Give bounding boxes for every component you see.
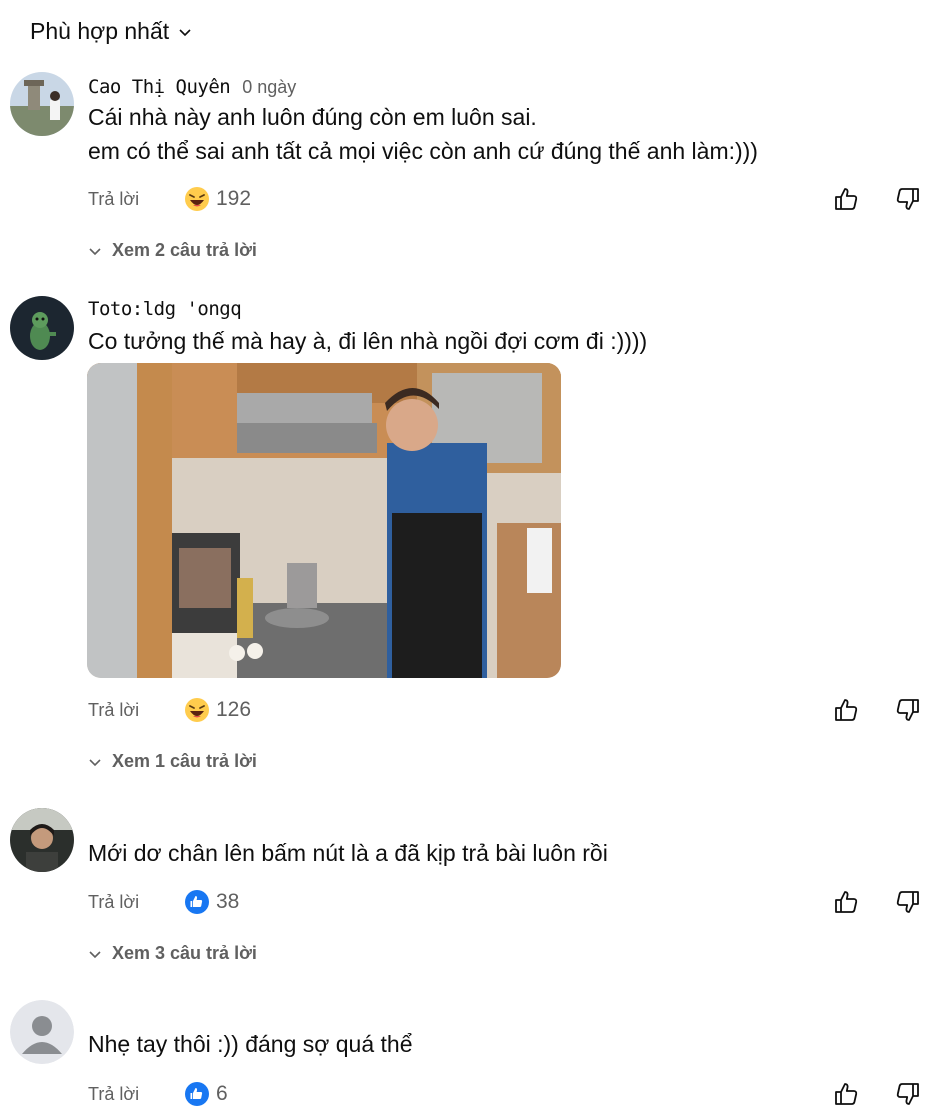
comment-actions: Trả lời 126 — [88, 690, 922, 730]
reaction-count: 6 — [216, 1082, 228, 1105]
vote-buttons — [832, 696, 922, 724]
comment-text: Nhẹ tay thôi :)) đáng sợ quá thể — [88, 1027, 413, 1061]
reaction-count: 192 — [216, 187, 252, 210]
reaction-summary[interactable]: 6 — [184, 1081, 228, 1107]
comment-text-line: Nhẹ tay thôi :)) đáng sợ quá thể — [88, 1031, 413, 1057]
view-replies-label: Xem 3 câu trả lời — [112, 943, 257, 963]
laughing-emoji-icon — [185, 187, 209, 211]
reaction-count: 126 — [216, 698, 252, 721]
reaction-summary[interactable]: 126 — [184, 697, 251, 723]
reaction-summary[interactable]: 38 — [184, 889, 239, 915]
blue-like-icon — [185, 1082, 209, 1106]
chevron-down-icon — [89, 758, 101, 766]
chevron-down-icon — [89, 247, 101, 255]
view-replies-button[interactable]: Xem 3 câu trả lời — [88, 943, 257, 964]
comment-time: 0 ngày — [242, 77, 297, 97]
thumbs-up-icon[interactable] — [832, 696, 860, 724]
comment-author[interactable]: Cao Thị Quyên — [88, 76, 231, 98]
avatar[interactable] — [10, 808, 74, 872]
sort-label: Phù hợp nhất — [30, 18, 170, 44]
reaction-count: 38 — [216, 890, 240, 913]
reply-button[interactable]: Trả lời — [88, 1084, 184, 1105]
thumbs-down-icon[interactable] — [894, 185, 922, 213]
reaction-summary[interactable]: 192 — [184, 186, 251, 212]
thumbs-down-icon[interactable] — [894, 1080, 922, 1108]
comment-text-line: Cái nhà này anh luôn đúng còn em luôn sa… — [88, 104, 537, 130]
reply-button[interactable]: Trả lời — [88, 700, 184, 721]
reply-button[interactable]: Trả lời — [88, 189, 184, 210]
comment-actions: Trả lời 38 — [88, 882, 922, 922]
vote-buttons — [832, 1080, 922, 1108]
reply-button[interactable]: Trả lời — [88, 892, 184, 913]
thumbs-up-icon[interactable] — [832, 888, 860, 916]
view-replies-label: Xem 2 câu trả lời — [112, 240, 257, 260]
comment-text-line: Co tưởng thế mà hay à, đi lên nhà ngồi đ… — [88, 328, 648, 354]
comment-author[interactable]: Toto:ldg 'ongq — [88, 298, 242, 320]
thumbs-up-icon[interactable] — [832, 1080, 860, 1108]
thumbs-up-icon[interactable] — [832, 185, 860, 213]
avatar[interactable] — [10, 72, 74, 136]
comment-text: Cái nhà này anh luôn đúng còn em luôn sa… — [88, 100, 758, 168]
vote-buttons — [832, 888, 922, 916]
thumbs-down-icon[interactable] — [894, 888, 922, 916]
sort-dropdown[interactable]: Phù hợp nhất — [30, 18, 193, 45]
comment-text: Mới dơ chân lên bấm nút là a đã kịp trả … — [88, 836, 608, 870]
thumbs-down-icon[interactable] — [894, 696, 922, 724]
comment-actions: Trả lời 192 — [88, 179, 922, 219]
view-replies-label: Xem 1 câu trả lời — [112, 751, 257, 771]
comment-text: Co tưởng thế mà hay à, đi lên nhà ngồi đ… — [88, 324, 647, 358]
comment-text-line: Mới dơ chân lên bấm nút là a đã kịp trả … — [88, 840, 608, 866]
avatar[interactable] — [10, 296, 74, 360]
chevron-down-icon — [179, 28, 191, 36]
blue-like-icon — [185, 890, 209, 914]
comment-actions: Trả lời 6 — [88, 1074, 922, 1114]
laughing-emoji-icon — [185, 698, 209, 722]
view-replies-button[interactable]: Xem 1 câu trả lời — [88, 751, 257, 772]
chevron-down-icon — [89, 950, 101, 958]
vote-buttons — [832, 185, 922, 213]
avatar[interactable] — [10, 1000, 74, 1064]
view-replies-button[interactable]: Xem 2 câu trả lời — [88, 240, 257, 261]
comment-image[interactable] — [87, 363, 561, 678]
comment-text-line: em có thể sai anh tất cả mọi việc còn an… — [88, 138, 758, 164]
